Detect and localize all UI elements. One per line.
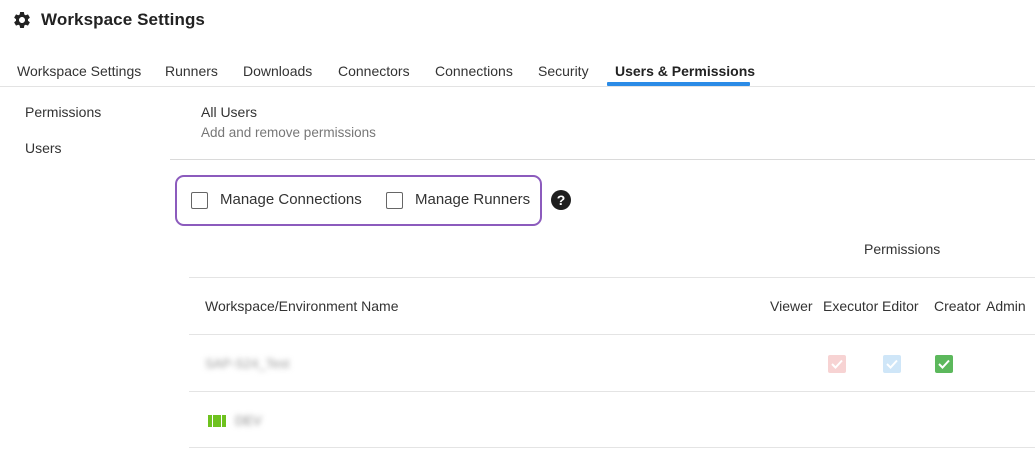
manage-connections-label[interactable]: Manage Connections: [220, 191, 362, 208]
column-header-name: Workspace/Environment Name: [205, 298, 399, 314]
creator-checkbox[interactable]: [935, 355, 953, 373]
section-subtitle: Add and remove permissions: [201, 125, 376, 140]
tab-runners[interactable]: Runners: [165, 63, 218, 79]
check-icon: [938, 359, 950, 369]
tab-connectors[interactable]: Connectors: [338, 63, 410, 79]
check-icon: [886, 359, 898, 369]
sidebar: Permissions Users: [25, 104, 101, 176]
page-header: Workspace Settings: [12, 10, 205, 30]
table-row[interactable]: DEV: [189, 391, 1035, 448]
manage-runners-checkbox[interactable]: [386, 192, 403, 209]
executor-checkbox[interactable]: [828, 355, 846, 373]
column-header-admin: Admin: [986, 298, 1026, 314]
tab-workspace-settings[interactable]: Workspace Settings: [17, 63, 141, 79]
page-title: Workspace Settings: [41, 10, 205, 29]
gear-icon: [12, 10, 32, 30]
manage-connections-checkbox[interactable]: [191, 192, 208, 209]
section-title: All Users: [201, 104, 258, 120]
tab-security[interactable]: Security: [538, 63, 589, 79]
column-header-creator: Creator: [934, 298, 981, 314]
question-circle-icon[interactable]: ?: [551, 190, 571, 210]
sidebar-item-users[interactable]: Users: [25, 140, 101, 176]
column-header-executor: Executor: [823, 298, 879, 314]
table-header-row: Workspace/Environment Name Viewer Execut…: [189, 277, 1035, 334]
active-tab-indicator: [607, 82, 750, 86]
check-icon: [831, 359, 843, 369]
settings-tab-bar: Workspace Settings Runners Downloads Con…: [0, 58, 1035, 87]
section-header: All Users Add and remove permissions: [170, 104, 1035, 160]
tab-downloads[interactable]: Downloads: [243, 63, 312, 79]
sidebar-item-permissions[interactable]: Permissions: [25, 104, 101, 140]
environment-icon: [208, 415, 227, 427]
manage-runners-label[interactable]: Manage Runners: [415, 191, 530, 208]
editor-checkbox[interactable]: [883, 355, 901, 373]
tab-users-permissions[interactable]: Users & Permissions: [615, 63, 755, 79]
permissions-column-group-heading: Permissions: [864, 241, 941, 257]
column-header-editor: Editor: [882, 298, 919, 314]
column-header-viewer: Viewer: [770, 298, 813, 314]
environment-name-obscured: SAP-S24_Test: [205, 356, 290, 371]
environment-name-obscured: DEV: [235, 413, 262, 428]
global-permissions-group: Manage Connections Manage Runners: [175, 175, 542, 226]
table-row[interactable]: SAP-S24_Test: [189, 334, 1035, 391]
tab-connections[interactable]: Connections: [435, 63, 513, 79]
